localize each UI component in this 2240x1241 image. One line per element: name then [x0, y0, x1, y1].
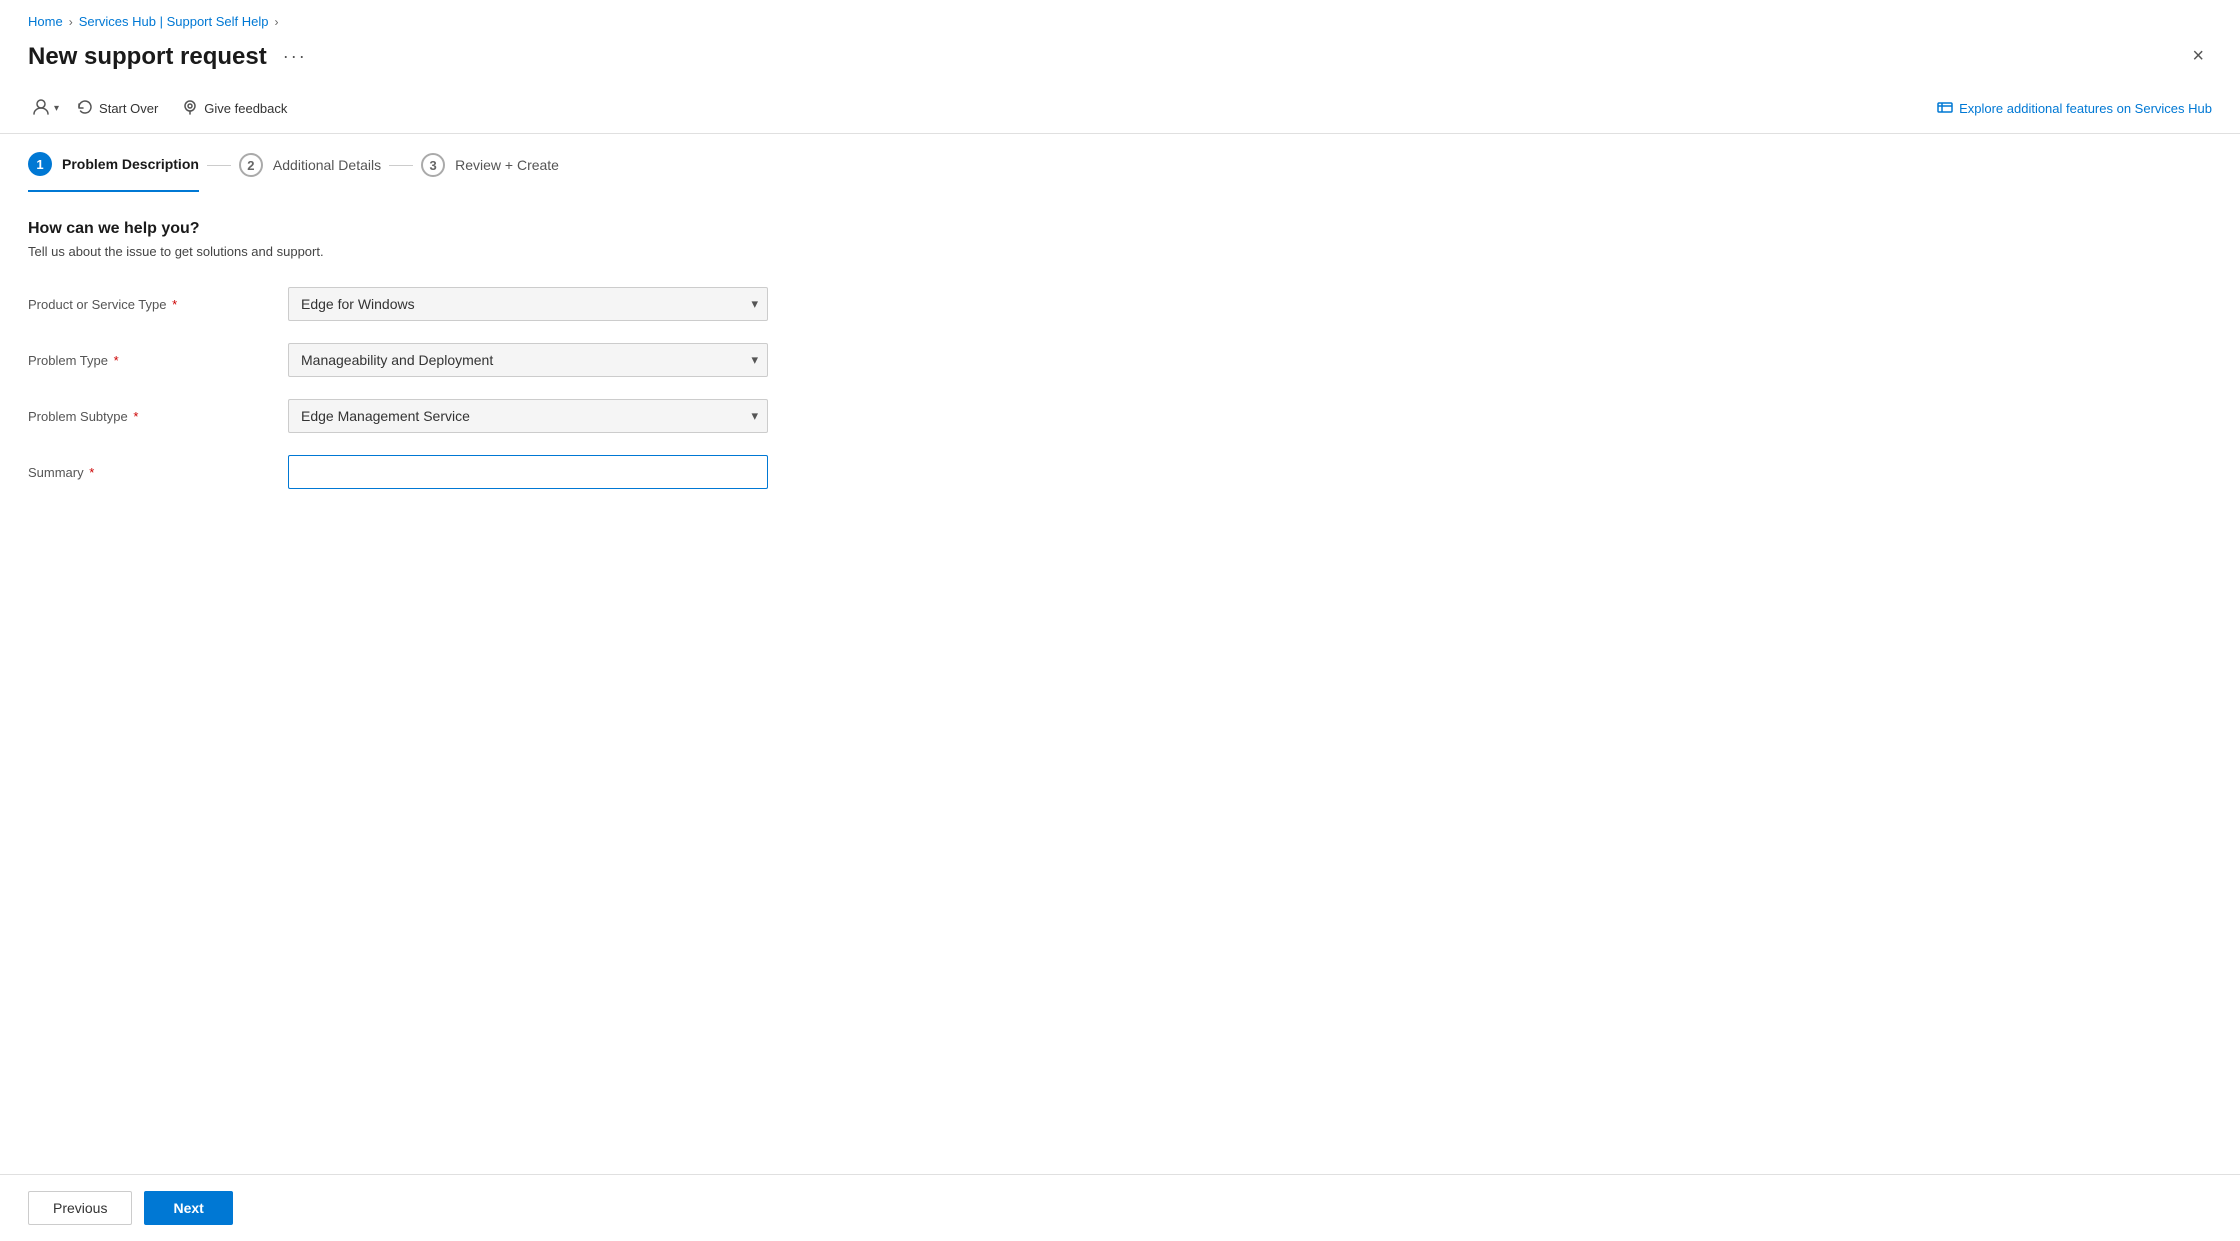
user-chevron-icon: ▾ — [54, 103, 59, 114]
step-2-circle: 2 — [239, 153, 263, 177]
product-service-type-wrapper: Edge for Windows ▾ — [288, 287, 768, 321]
step-2-label: Additional Details — [273, 157, 381, 173]
problem-type-wrapper: Manageability and Deployment ▾ — [288, 343, 768, 377]
summary-input[interactable] — [288, 455, 768, 489]
section-title: How can we help you? — [28, 220, 2212, 238]
give-feedback-icon — [182, 99, 198, 118]
problem-type-row: Problem Type * Manageability and Deploym… — [28, 343, 2212, 377]
step-1-problem-description[interactable]: 1 Problem Description — [28, 152, 199, 192]
product-service-type-select[interactable]: Edge for Windows — [288, 287, 768, 321]
product-service-type-row: Product or Service Type * Edge for Windo… — [28, 287, 2212, 321]
step-2-additional-details[interactable]: 2 Additional Details — [239, 153, 381, 191]
toolbar-left: ▾ Start Over Give feedback — [28, 92, 297, 125]
problem-type-required: * — [114, 353, 119, 368]
start-over-button[interactable]: Start Over — [67, 93, 168, 124]
start-over-icon — [77, 99, 93, 118]
step-sep-1-2 — [207, 165, 231, 166]
problem-type-label: Problem Type * — [28, 353, 288, 368]
summary-required: * — [89, 465, 94, 480]
problem-subtype-label: Problem Subtype * — [28, 409, 288, 424]
explore-icon — [1937, 99, 1953, 118]
breadcrumb-services-hub[interactable]: Services Hub | Support Self Help — [79, 14, 269, 29]
user-icon-button[interactable]: ▾ — [28, 92, 63, 125]
explore-label: Explore additional features on Services … — [1959, 101, 2212, 116]
ellipsis-button[interactable]: ··· — [277, 44, 313, 69]
problem-type-control: Manageability and Deployment ▾ — [288, 343, 768, 377]
summary-label: Summary * — [28, 465, 288, 480]
step-3-review-create[interactable]: 3 Review + Create — [421, 153, 559, 191]
problem-subtype-required: * — [133, 409, 138, 424]
product-service-type-required: * — [172, 297, 177, 312]
page-title: New support request — [28, 43, 267, 71]
give-feedback-label: Give feedback — [204, 101, 287, 116]
problem-subtype-row: Problem Subtype * Edge Management Servic… — [28, 399, 2212, 433]
section-subtitle: Tell us about the issue to get solutions… — [28, 244, 2212, 259]
steps-nav: 1 Problem Description 2 Additional Detai… — [0, 134, 2240, 192]
user-icon — [32, 98, 50, 119]
step-1-circle: 1 — [28, 152, 52, 176]
previous-button[interactable]: Previous — [28, 1191, 132, 1225]
step-sep-2-3 — [389, 165, 413, 166]
page-title-row: New support request ··· — [28, 43, 313, 71]
step-3-circle: 3 — [421, 153, 445, 177]
problem-subtype-control: Edge Management Service ▾ — [288, 399, 768, 433]
step-3-label: Review + Create — [455, 157, 559, 173]
breadcrumb: Home › Services Hub | Support Self Help … — [0, 0, 2240, 37]
main-content: How can we help you? Tell us about the i… — [0, 192, 2240, 1174]
product-service-type-control: Edge for Windows ▾ — [288, 287, 768, 321]
problem-subtype-select[interactable]: Edge Management Service — [288, 399, 768, 433]
breadcrumb-sep-1: › — [69, 15, 73, 29]
give-feedback-button[interactable]: Give feedback — [172, 93, 297, 124]
footer: Previous Next — [0, 1174, 2240, 1241]
problem-subtype-wrapper: Edge Management Service ▾ — [288, 399, 768, 433]
step-1-label: Problem Description — [62, 156, 199, 172]
toolbar: ▾ Start Over Give feedback — [0, 84, 2240, 134]
breadcrumb-home[interactable]: Home — [28, 14, 63, 29]
summary-control — [288, 455, 768, 489]
page-header: New support request ··· × — [0, 37, 2240, 84]
start-over-label: Start Over — [99, 101, 158, 116]
product-service-type-label: Product or Service Type * — [28, 297, 288, 312]
explore-link[interactable]: Explore additional features on Services … — [1937, 99, 2212, 118]
next-button[interactable]: Next — [144, 1191, 232, 1225]
summary-row: Summary * — [28, 455, 2212, 489]
problem-type-select[interactable]: Manageability and Deployment — [288, 343, 768, 377]
breadcrumb-sep-2: › — [275, 15, 279, 29]
close-button[interactable]: × — [2184, 41, 2212, 72]
